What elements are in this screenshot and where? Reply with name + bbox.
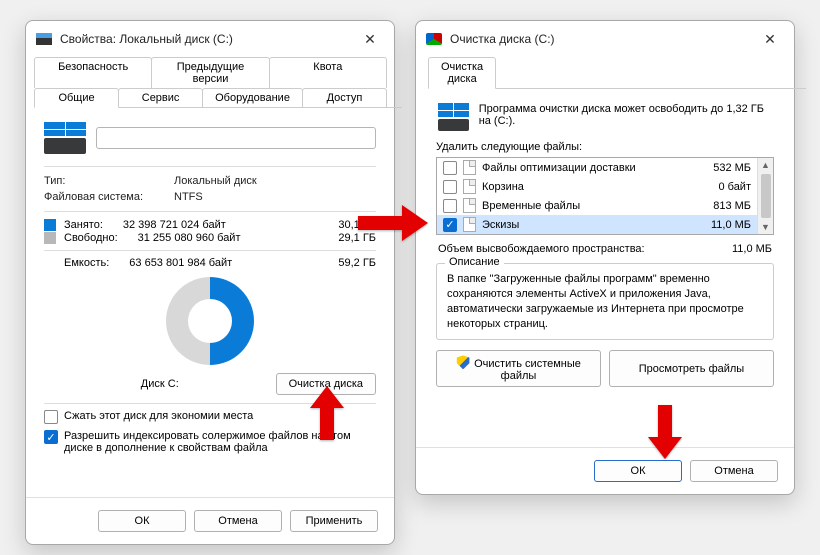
description-group: Описание В папке "Загруженные файлы прог…: [436, 263, 774, 340]
free-swatch: [44, 232, 56, 244]
delete-files-label: Удалить следующие файлы:: [436, 141, 774, 153]
cancel-button[interactable]: Отмена: [194, 510, 282, 532]
disk-cleanup-button[interactable]: Очистка диска: [276, 373, 376, 395]
file-size: 0 байт: [691, 181, 751, 193]
tab-previous-versions[interactable]: Предыдущие версии: [151, 57, 269, 88]
fs-value: NTFS: [174, 191, 376, 203]
file-list[interactable]: Файлы оптимизации доставки 532 МБ Корзина 0…: [436, 157, 774, 235]
tab-sharing[interactable]: Доступ: [302, 88, 387, 107]
file-name: Временные файлы: [482, 200, 685, 212]
tab-general[interactable]: Общие: [34, 88, 119, 108]
drive-icon: [36, 33, 52, 45]
cleanup-intro: Программа очистки диска может освободить…: [479, 103, 772, 127]
file-size: 813 МБ: [691, 200, 751, 212]
free-gb: 29,1 ГБ: [316, 232, 376, 244]
tab-quota[interactable]: Квота: [269, 57, 387, 88]
drive-icon: [438, 103, 469, 131]
used-gb: 30,1 ГБ: [316, 219, 376, 231]
usage-donut: [166, 277, 254, 365]
drive-big-icon: [44, 122, 86, 154]
description-text: В папке "Загруженные файлы программ" вре…: [447, 272, 763, 331]
tab-security[interactable]: Безопасность: [34, 57, 152, 88]
total-value: 11,0 МБ: [732, 243, 772, 255]
file-icon: [463, 160, 476, 175]
free-bytes: 31 255 080 960 байт: [118, 232, 316, 244]
file-checkbox[interactable]: [443, 199, 457, 213]
view-files-button[interactable]: Просмотреть файлы: [609, 350, 774, 387]
titlebar: Свойства: Локальный диск (C:) ✕: [26, 21, 394, 57]
compress-label: Сжать этот диск для экономии места: [64, 410, 253, 422]
window-title: Свойства: Локальный диск (C:): [60, 32, 356, 46]
compress-checkbox[interactable]: [44, 410, 58, 424]
apply-button[interactable]: Применить: [290, 510, 378, 532]
file-item[interactable]: Файлы оптимизации доставки 532 МБ: [437, 158, 757, 177]
capacity-bytes: 63 653 801 984 байт: [109, 257, 316, 269]
free-label: Свободно:: [64, 232, 118, 244]
cleanup-panel: Программа очистки диска может освободить…: [416, 89, 794, 395]
fs-label: Файловая система:: [44, 191, 174, 203]
tabs-row-2: Общие Сервис Оборудование Доступ: [26, 88, 394, 107]
dialog-buttons: ОК Отмена: [416, 447, 794, 482]
file-icon: [463, 198, 476, 213]
ok-button[interactable]: ОК: [98, 510, 186, 532]
file-item[interactable]: ✓ Эскизы 11,0 МБ: [437, 215, 757, 234]
index-label: Разрешить индексировать солержимое файло…: [64, 430, 376, 454]
file-name: Корзина: [482, 181, 685, 193]
cleanup-icon: [426, 33, 442, 45]
file-name: Эскизы: [482, 219, 685, 231]
file-icon: [463, 217, 476, 232]
scroll-down-icon[interactable]: ▼: [761, 220, 770, 234]
window-title: Очистка диска (C:): [450, 32, 756, 46]
close-button[interactable]: ✕: [756, 25, 784, 53]
clean-system-files-label: Очистить системные файлы: [474, 358, 581, 382]
drive-label-input[interactable]: [96, 127, 376, 149]
file-checkbox[interactable]: [443, 180, 457, 194]
type-label: Тип:: [44, 175, 174, 187]
index-checkbox-row[interactable]: ✓ Разрешить индексировать солержимое фай…: [44, 430, 376, 454]
file-name: Файлы оптимизации доставки: [482, 162, 685, 174]
properties-dialog: Свойства: Локальный диск (C:) ✕ Безопасн…: [25, 20, 395, 545]
type-value: Локальный диск: [174, 175, 376, 187]
titlebar: Очистка диска (C:) ✕: [416, 21, 794, 57]
tab-cleanup[interactable]: Очистка диска: [428, 57, 496, 89]
index-checkbox[interactable]: ✓: [44, 430, 58, 444]
capacity-gb: 59,2 ГБ: [316, 257, 376, 269]
total-label: Объем высвобождаемого пространства:: [438, 243, 732, 255]
disk-caption: Диск С:: [44, 378, 276, 390]
description-title: Описание: [445, 256, 504, 268]
file-checkbox[interactable]: [443, 161, 457, 175]
file-size: 532 МБ: [691, 162, 751, 174]
shield-icon: [456, 355, 470, 369]
scroll-thumb[interactable]: [761, 174, 771, 218]
disk-cleanup-dialog: Очистка диска (C:) ✕ Очистка диска Прогр…: [415, 20, 795, 495]
dialog-buttons: ОК Отмена Применить: [26, 497, 394, 532]
cancel-button[interactable]: Отмена: [690, 460, 778, 482]
file-size: 11,0 МБ: [691, 219, 751, 231]
close-button[interactable]: ✕: [356, 25, 384, 53]
used-bytes: 32 398 721 024 байт: [103, 219, 316, 231]
tab-tools[interactable]: Сервис: [118, 88, 203, 107]
used-swatch: [44, 219, 56, 231]
scroll-up-icon[interactable]: ▲: [761, 158, 770, 172]
file-item[interactable]: Временные файлы 813 МБ: [437, 196, 757, 215]
tabs: Очистка диска: [416, 57, 794, 88]
ok-button[interactable]: ОК: [594, 460, 682, 482]
tabs-row-1: Безопасность Предыдущие версии Квота: [26, 57, 394, 88]
compress-checkbox-row[interactable]: Сжать этот диск для экономии места: [44, 410, 376, 424]
file-item[interactable]: Корзина 0 байт: [437, 177, 757, 196]
capacity-label: Емкость:: [64, 257, 109, 269]
clean-system-files-button[interactable]: Очистить системные файлы: [436, 350, 601, 387]
scrollbar[interactable]: ▲ ▼: [757, 158, 773, 234]
tab-hardware[interactable]: Оборудование: [202, 88, 303, 107]
general-panel: Тип:Локальный диск Файловая система:NTFS…: [26, 108, 394, 468]
used-label: Занято:: [64, 219, 103, 231]
file-icon: [463, 179, 476, 194]
file-checkbox[interactable]: ✓: [443, 218, 457, 232]
